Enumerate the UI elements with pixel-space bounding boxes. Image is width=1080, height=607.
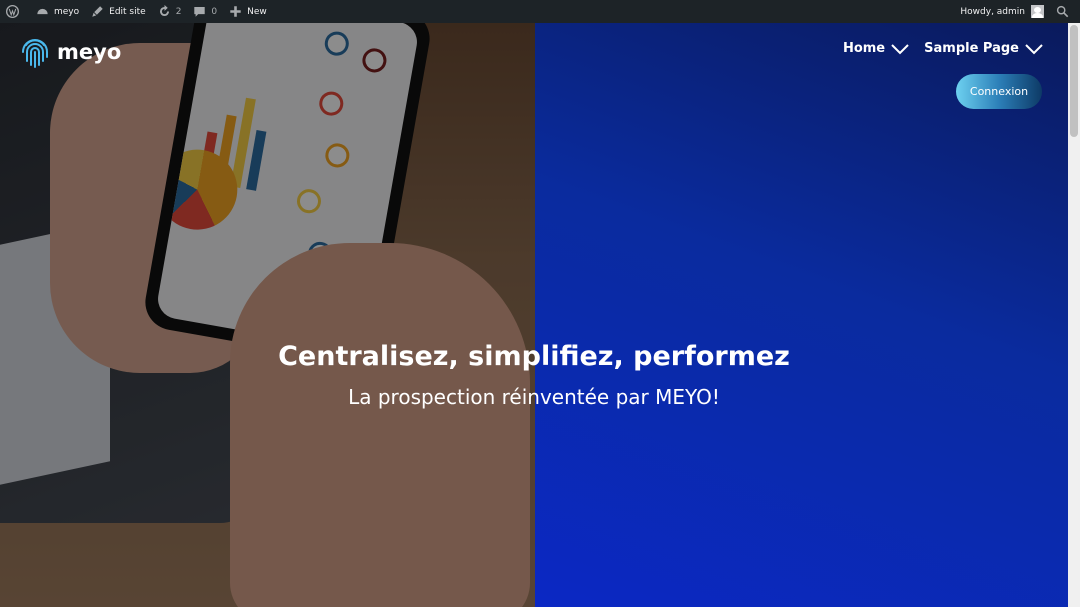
page-scrollbar[interactable] — [1068, 23, 1080, 607]
hero-photo — [0, 23, 535, 607]
comment-icon — [194, 6, 206, 17]
scrollbar-thumb[interactable] — [1070, 25, 1078, 137]
updates-icon — [159, 5, 169, 17]
my-account-button[interactable]: Howdy, admin — [954, 0, 1050, 23]
plus-icon — [230, 6, 241, 17]
chevron-down-icon — [1025, 43, 1043, 54]
site-name-label: meyo — [54, 6, 80, 17]
updates-count: 2 — [175, 6, 182, 17]
new-label: New — [247, 6, 267, 17]
site-logo[interactable]: meyo — [20, 35, 121, 69]
admin-bar: meyo Edit site 2 0 New Howdy, admin — [0, 0, 1080, 23]
main-navigation: Home Sample Page — [828, 41, 1043, 56]
comments-button[interactable]: 0 — [187, 0, 223, 23]
search-icon — [1056, 5, 1069, 18]
comments-count: 0 — [211, 6, 218, 17]
chevron-down-icon — [891, 43, 909, 54]
edit-site-label: Edit site — [109, 6, 146, 17]
new-content-button[interactable]: New — [223, 0, 273, 23]
updates-button[interactable]: 2 — [152, 0, 188, 23]
edit-site-button[interactable]: Edit site — [85, 0, 152, 23]
hero-headline: Centralisez, simplifiez, performez — [278, 341, 790, 372]
fingerprint-logo-icon — [22, 39, 48, 68]
dashboard-icon — [37, 8, 48, 15]
hero-gradient-panel — [535, 23, 1068, 607]
logo-text: meyo — [57, 40, 122, 64]
connexion-button[interactable]: Connexion — [956, 74, 1042, 109]
wordpress-logo-button[interactable] — [0, 0, 30, 23]
admin-search-button[interactable] — [1050, 0, 1080, 23]
nav-item-home[interactable]: Home — [843, 41, 909, 56]
wordpress-icon — [6, 5, 19, 18]
avatar — [1031, 5, 1044, 18]
hero-subheadline: La prospection réinventée par MEYO! — [348, 385, 720, 409]
nav-item-label: Sample Page — [924, 41, 1019, 56]
site-name-button[interactable]: meyo — [30, 0, 85, 23]
brush-icon — [92, 6, 103, 17]
hero-section: meyo Home Sample Page Connexion Centrali… — [0, 23, 1068, 607]
nav-item-sample-page[interactable]: Sample Page — [924, 41, 1043, 56]
nav-item-label: Home — [842, 41, 886, 56]
howdy-label: Howdy, admin — [960, 6, 1025, 17]
